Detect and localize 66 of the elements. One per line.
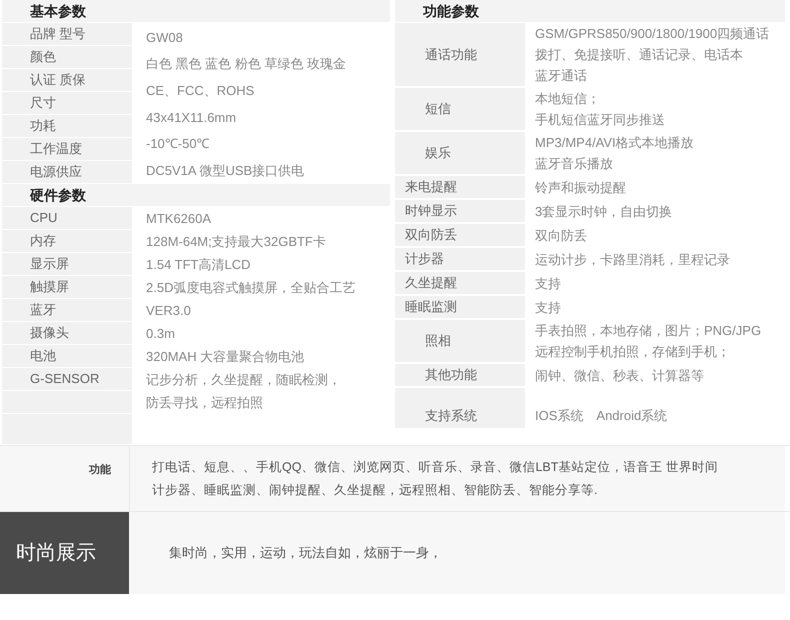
spec-label: 短信 (395, 88, 525, 130)
spec-value: 320MAH 大容量聚合物电池 (146, 348, 304, 366)
spec-value: GSM/GPRS850/900/1800/1900四频通话 (535, 25, 770, 43)
spec-value: 手表拍照，本地存储，图片；PNG/JPG (535, 322, 762, 340)
showcase-text: 集时尚，实用，运动，玩法自如，炫丽于一身， (169, 544, 442, 562)
spec-label: 摄像头 (2, 322, 132, 344)
spec-value: 双向防丢 (535, 226, 588, 244)
spec-label: 功耗 (2, 115, 132, 137)
spec-label: 来电提醒 (395, 176, 525, 198)
spec-value: 手机短信蓝牙同步推送 (535, 111, 666, 129)
spec-value: 记步分析，久坐提醒，随眠检测， (146, 370, 341, 389)
spec-value: 拨打、免提接听、通话记录、电话本 (535, 46, 744, 64)
spec-value: 0.3m (146, 324, 175, 343)
spec-value: 支持 (535, 298, 562, 316)
spec-label: 睡眠监测 (395, 296, 525, 318)
spec-label: 工作温度 (2, 138, 132, 160)
spec-value: 1.54 TFT高清LCD (146, 256, 251, 274)
spec-value: -10℃-50℃ (146, 135, 210, 154)
spec-label: 内存 (2, 230, 132, 252)
spec-value: MTK6260A (146, 210, 212, 228)
spec-value: 远程控制手机拍照，存储到手机； (535, 343, 731, 361)
spec-label: 电源供应 (2, 161, 132, 183)
spec-value: GW08 (146, 28, 183, 47)
spec-value: VER3.0 (146, 302, 191, 320)
section-header: 基本参数 (2, 0, 390, 22)
row-label: 功能 (89, 462, 111, 478)
spec-value: 闹钟、微信、秒表、计算器等 (535, 366, 705, 384)
spec-value: 128M-64M;支持最大32GBTF卡 (146, 232, 326, 251)
spec-label: 支持系统 (395, 388, 525, 428)
spec-label: 电池 (2, 345, 132, 367)
spec-value: 运动计步，卡路里消耗，里程记录 (535, 250, 731, 268)
spec-label: 颜色 (2, 46, 132, 68)
spec-label: 其他功能 (395, 364, 525, 386)
spec-value: 2.5D弧度电容式触摸屏，全贴合工艺 (146, 278, 356, 297)
spec-label: 时钟显示 (395, 200, 525, 222)
spec-value: 蓝牙通话 (535, 67, 588, 85)
spec-label: 计步器 (395, 248, 525, 270)
spec-label: 尺寸 (2, 92, 132, 114)
spec-value: 蓝牙音乐播放 (535, 155, 614, 173)
spec-label: CPU (2, 207, 132, 229)
spec-label: 通话功能 (395, 23, 525, 86)
spec-value: 白色 黑色 蓝色 粉色 草绿色 玫瑰金 (146, 55, 346, 74)
spec-label: 娱乐 (395, 132, 525, 174)
spec-value: 3套显示时钟，自由切换 (535, 202, 674, 220)
spec-label: 照相 (395, 320, 525, 362)
spec-label: 品牌 型号 (2, 23, 132, 45)
spec-value: CE、FCC、ROHS (146, 82, 254, 100)
spec-value: IOS系统 Android系统 (535, 407, 668, 425)
spec-value: 本地短信； (535, 90, 601, 108)
spec-label: 双向防丢 (395, 224, 525, 246)
spec-label: G-SENSOR (2, 368, 132, 390)
feature-text: 计步器、睡眠监测、闹钟提醒、久坐提醒，远程照相、智能防丢、智能分享等. (152, 482, 598, 498)
spec-value: 43x41X11.6mm (146, 108, 236, 127)
spec-value: 铃声和振动提醒 (535, 178, 627, 196)
spec-label: 触摸屏 (2, 276, 132, 298)
spec-label: 认证 质保 (2, 69, 132, 91)
spec-label: 久坐提醒 (395, 272, 525, 294)
spec-value: 支持 (535, 274, 562, 292)
spec-label: 显示屏 (2, 253, 132, 275)
feature-text: 打电话、短息、、手机QQ、微信、浏览网页、听音乐、录音、微信LBT基站定位，语音王 世界时间 (152, 458, 719, 476)
section-header: 功能参数 (395, 0, 785, 22)
spec-value: MP3/MP4/AVI格式本地播放 (535, 134, 695, 152)
spec-value: 防丢寻找，远程拍照 (146, 394, 263, 412)
spec-label: 蓝牙 (2, 299, 132, 321)
spec-value: DC5V1A 微型USB接口供电 (146, 162, 304, 180)
section-header: 硬件参数 (2, 184, 390, 206)
